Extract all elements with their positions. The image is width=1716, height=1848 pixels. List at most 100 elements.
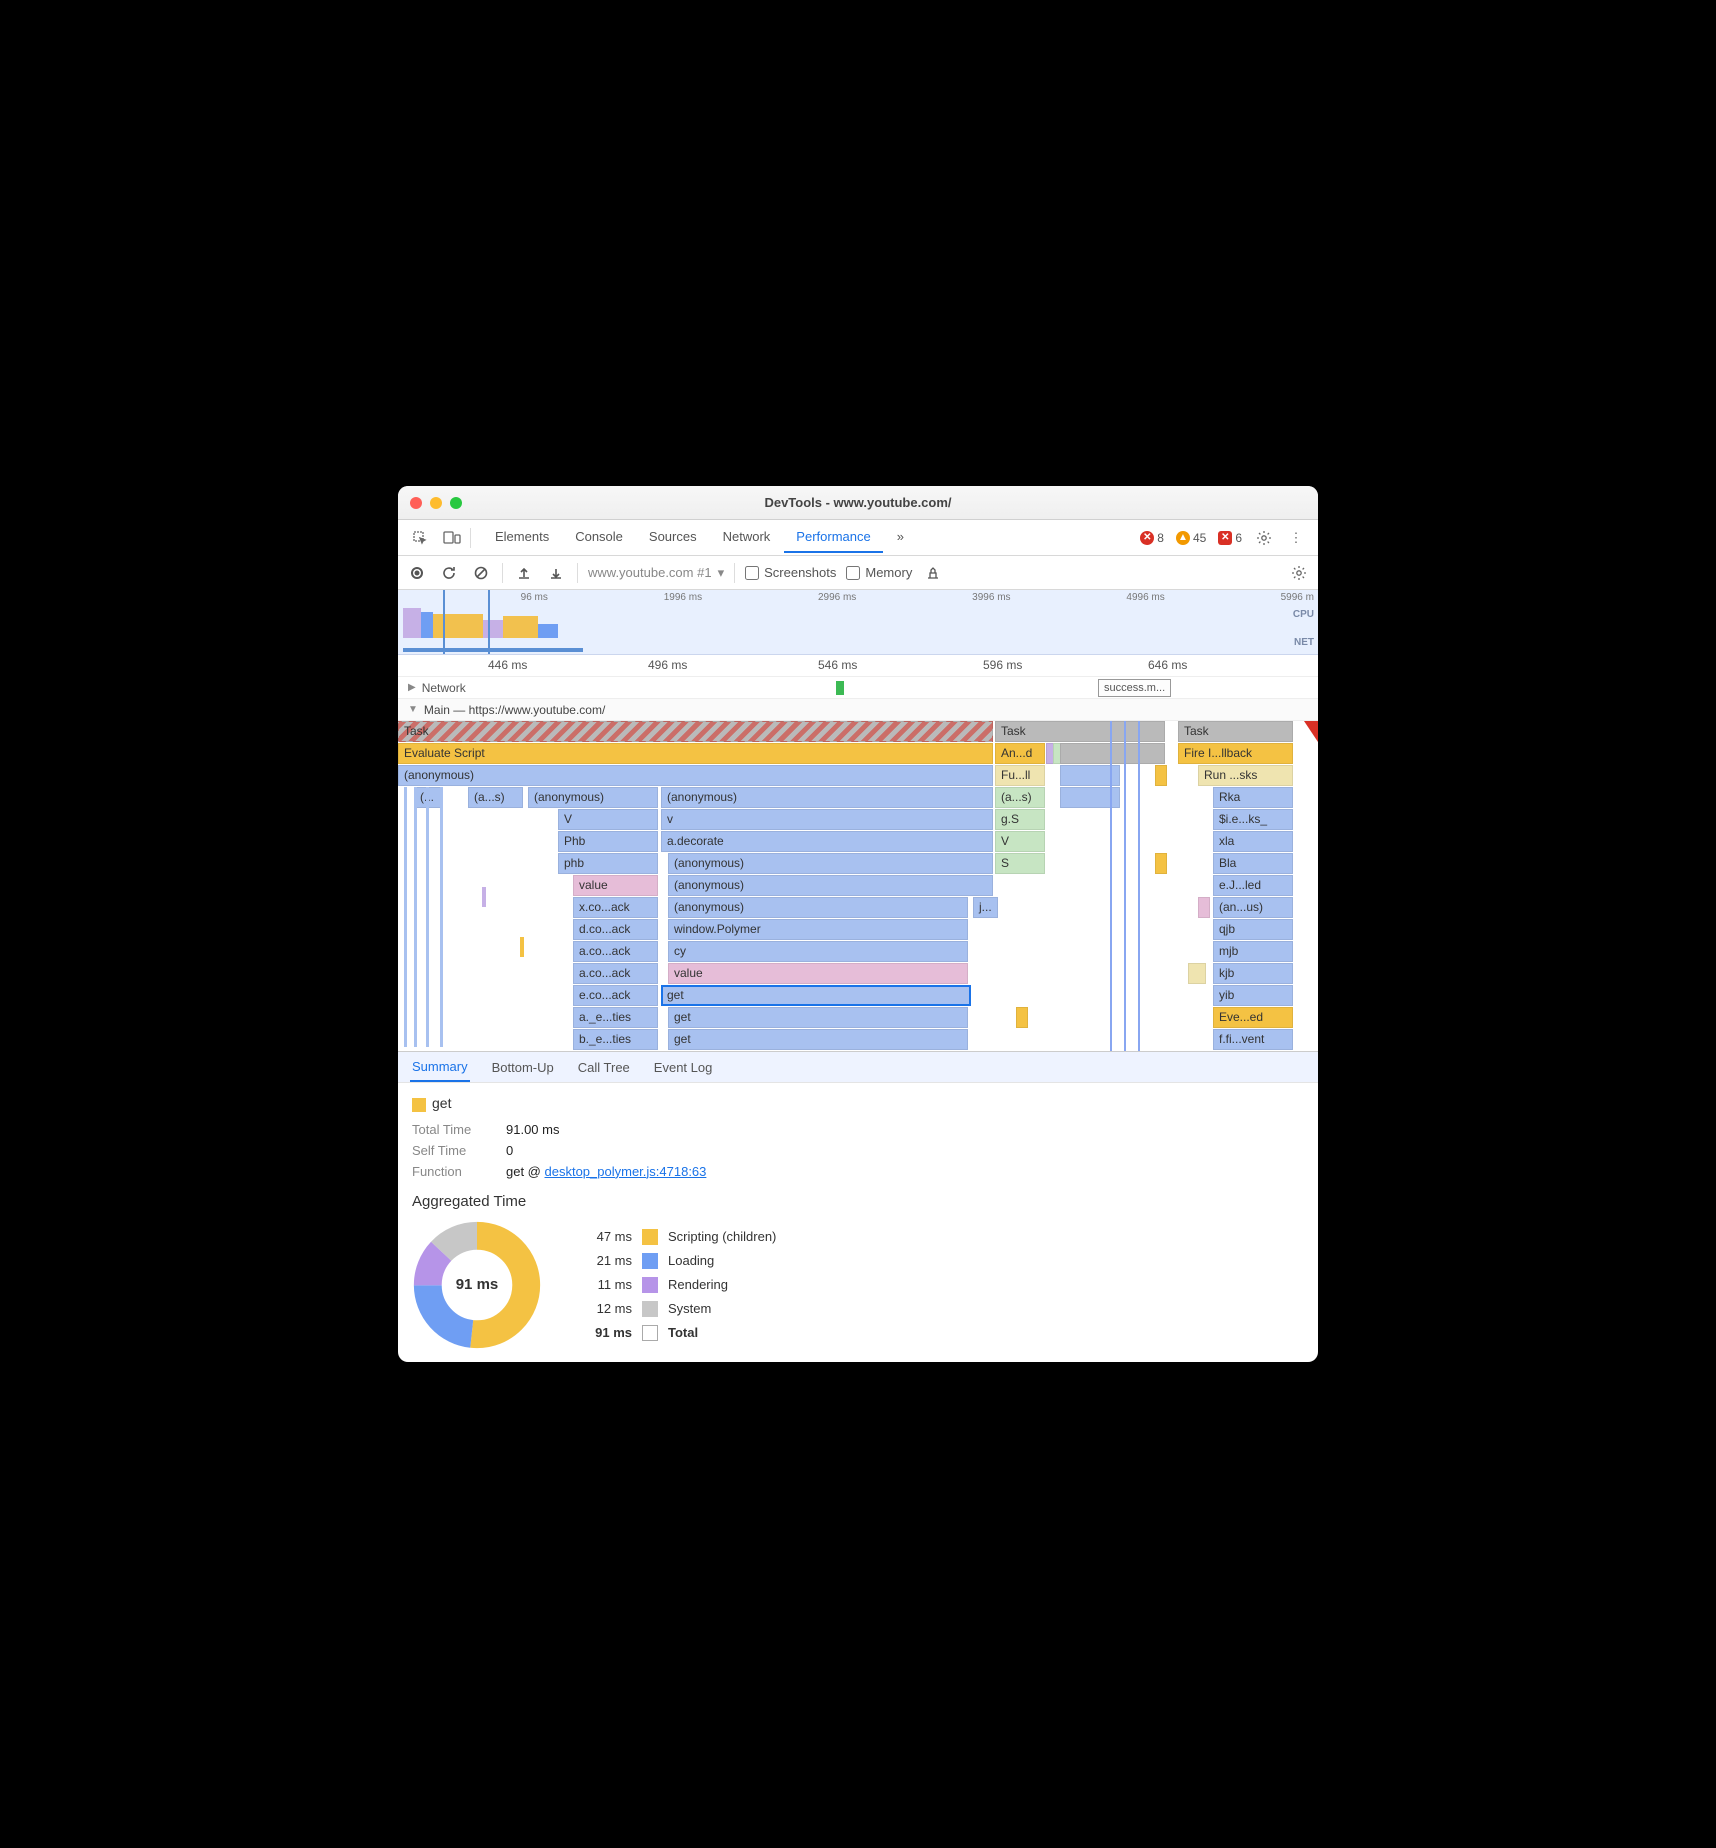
tab-eventlog[interactable]: Event Log — [652, 1054, 715, 1081]
tab-console[interactable]: Console — [563, 522, 635, 553]
flame-frame[interactable]: Fu...ll — [995, 765, 1045, 786]
flame-frame[interactable]: get — [668, 1007, 968, 1028]
flame-frame[interactable]: (anonymous) — [668, 853, 993, 874]
flame-frame[interactable]: Bla — [1213, 853, 1293, 874]
network-track[interactable]: ▶ Network success.m... — [398, 677, 1318, 699]
network-request-label[interactable]: success.m... — [1098, 679, 1171, 697]
flame-frame[interactable]: b._e...ties — [573, 1029, 658, 1050]
flame-frame[interactable]: S — [995, 853, 1045, 874]
screenshots-checkbox[interactable]: Screenshots — [745, 565, 836, 580]
flame-frame[interactable]: e.J...led — [1213, 875, 1293, 896]
tab-sources[interactable]: Sources — [637, 522, 709, 553]
minimize-icon[interactable] — [430, 497, 442, 509]
tab-bottomup[interactable]: Bottom-Up — [490, 1054, 556, 1081]
target-dropdown[interactable]: www.youtube.com #1▾ — [588, 565, 724, 581]
close-icon[interactable] — [410, 497, 422, 509]
flame-frame[interactable]: (... — [414, 787, 442, 808]
main-track-header[interactable]: ▼ Main — https://www.youtube.com/ — [398, 699, 1318, 721]
flame-frame[interactable]: window.Polymer — [668, 919, 968, 940]
flame-frame[interactable] — [1198, 897, 1210, 918]
flame-frame[interactable]: phb — [558, 853, 658, 874]
blocked-badge[interactable]: ✕6 — [1214, 531, 1246, 545]
zoom-icon[interactable] — [450, 497, 462, 509]
flame-frame[interactable]: value — [668, 963, 968, 984]
inspect-icon[interactable] — [406, 524, 434, 552]
flame-frame[interactable]: a.co...ack — [573, 941, 658, 962]
flame-frame[interactable]: Evaluate Script — [398, 743, 993, 764]
flame-frame[interactable]: qjb — [1213, 919, 1293, 940]
clear-icon[interactable] — [470, 562, 492, 584]
overview-window-right[interactable] — [488, 590, 490, 654]
flame-frame-selected[interactable]: get — [661, 985, 971, 1006]
flame-chart[interactable]: Task Task Task Evaluate Script An...d Fi… — [398, 721, 1318, 1051]
flame-frame[interactable] — [1016, 1007, 1028, 1028]
gear-icon[interactable] — [1250, 524, 1278, 552]
flame-frame[interactable] — [1155, 765, 1167, 786]
flame-frame[interactable]: Phb — [558, 831, 658, 852]
flame-frame[interactable]: a.co...ack — [573, 963, 658, 984]
flame-frame[interactable]: (anonymous) — [668, 875, 993, 896]
flame-frame[interactable]: kjb — [1213, 963, 1293, 984]
flame-frame[interactable]: value — [573, 875, 658, 896]
tab-elements[interactable]: Elements — [483, 522, 561, 553]
aggregated-title: Aggregated Time — [412, 1193, 1304, 1210]
flame-task[interactable]: Task — [1178, 721, 1293, 742]
flame-frame[interactable]: x.co...ack — [573, 897, 658, 918]
flame-frame[interactable]: (anonymous) — [668, 897, 968, 918]
device-icon[interactable] — [438, 524, 466, 552]
tab-summary[interactable]: Summary — [410, 1053, 470, 1082]
flame-frame[interactable]: f.fi...vent — [1213, 1029, 1293, 1050]
overview-window-left[interactable] — [443, 590, 445, 654]
record-icon[interactable] — [406, 562, 428, 584]
network-request[interactable] — [836, 681, 844, 695]
flame-frame[interactable]: Eve...ed — [1213, 1007, 1293, 1028]
flame-frame[interactable]: get — [668, 1029, 968, 1050]
function-link[interactable]: desktop_polymer.js:4718:63 — [545, 1164, 707, 1179]
flame-task[interactable]: Task — [398, 721, 993, 742]
overview-timeline[interactable]: . 96 ms 1996 ms 2996 ms 3996 ms 4996 ms … — [398, 590, 1318, 655]
tab-network[interactable]: Network — [711, 522, 783, 553]
collapse-icon[interactable]: ▼ — [408, 704, 418, 715]
flame-frame[interactable]: $i.e...ks_ — [1213, 809, 1293, 830]
collapse-icon[interactable]: ▶ — [408, 682, 416, 693]
time-ruler[interactable]: 446 ms 496 ms 546 ms 596 ms 646 ms — [398, 655, 1318, 677]
flame-frame[interactable]: (anonymous) — [398, 765, 993, 786]
more-icon[interactable]: ⋮ — [1282, 524, 1310, 552]
flame-frame[interactable]: Fire I...llback — [1178, 743, 1293, 764]
flame-frame[interactable]: j... — [973, 897, 998, 918]
flame-frame[interactable]: a._e...ties — [573, 1007, 658, 1028]
flame-frame[interactable]: d.co...ack — [573, 919, 658, 940]
download-icon[interactable] — [545, 562, 567, 584]
garbage-icon[interactable] — [922, 562, 944, 584]
flame-frame[interactable]: (anonymous) — [528, 787, 658, 808]
flame-frame[interactable]: xla — [1213, 831, 1293, 852]
flame-frame[interactable]: mjb — [1213, 941, 1293, 962]
flame-frame[interactable] — [1155, 853, 1167, 874]
settings-icon[interactable] — [1288, 562, 1310, 584]
flame-frame[interactable]: e.co...ack — [573, 985, 658, 1006]
flame-frame[interactable] — [1188, 963, 1206, 984]
flame-frame[interactable]: (anonymous) — [661, 787, 993, 808]
tab-calltree[interactable]: Call Tree — [576, 1054, 632, 1081]
flame-frame[interactable]: a.decorate — [661, 831, 993, 852]
upload-icon[interactable] — [513, 562, 535, 584]
errors-badge[interactable]: ✕8 — [1136, 531, 1168, 545]
flame-frame[interactable]: cy — [668, 941, 968, 962]
tab-overflow[interactable]: » — [885, 522, 916, 553]
flame-frame[interactable]: An...d — [995, 743, 1045, 764]
flame-frame[interactable]: (a...s) — [468, 787, 523, 808]
flame-frame[interactable]: v — [661, 809, 993, 830]
flame-frame[interactable]: V — [558, 809, 658, 830]
flame-frame[interactable]: Run ...sks — [1198, 765, 1293, 786]
memory-checkbox[interactable]: Memory — [846, 565, 912, 580]
warnings-badge[interactable]: ▲45 — [1172, 531, 1210, 545]
flame-frame[interactable]: (an...us) — [1213, 897, 1293, 918]
flame-frame[interactable]: Rka — [1213, 787, 1293, 808]
flame-frame[interactable]: (a...s) — [995, 787, 1045, 808]
flame-frame[interactable]: yib — [1213, 985, 1293, 1006]
self-time-label: Self Time — [412, 1143, 492, 1158]
flame-frame[interactable]: V — [995, 831, 1045, 852]
tab-performance[interactable]: Performance — [784, 522, 882, 553]
reload-icon[interactable] — [438, 562, 460, 584]
flame-frame[interactable]: g.S — [995, 809, 1045, 830]
